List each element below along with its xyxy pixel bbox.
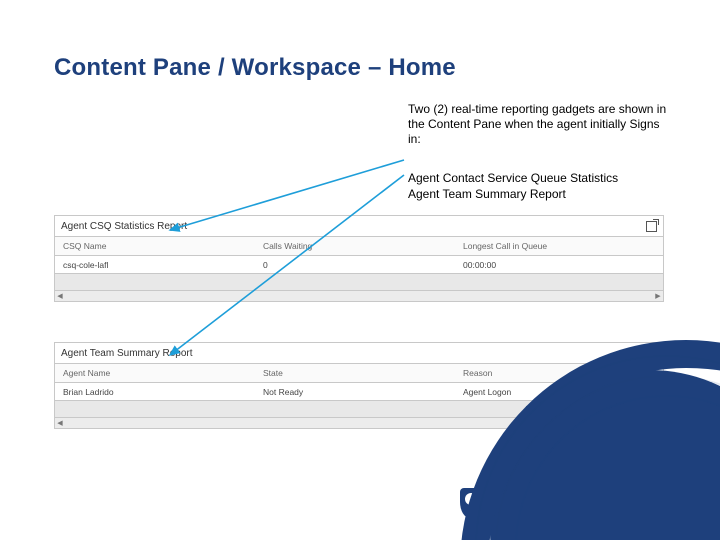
slide: Content Pane / Workspace – Home Two (2) …	[0, 0, 720, 540]
table-row: csq-cole-lafl 0 00:00:00	[54, 256, 664, 274]
gadget-title: Agent Team Summary Report	[61, 348, 193, 359]
shield-icon	[460, 488, 486, 518]
col-header: Agent Name	[55, 368, 255, 378]
gadget-header-row: Agent Team Summary Report	[54, 342, 664, 364]
gadget-header-row: Agent CSQ Statistics Report	[54, 215, 664, 237]
gadget-title: Agent CSQ Statistics Report	[61, 221, 187, 232]
bullet-item-2: Agent Team Summary Report	[408, 186, 668, 202]
popout-icon[interactable]	[646, 348, 657, 359]
slide-title: Content Pane / Workspace – Home	[54, 54, 456, 82]
col-header: Longest Call in Queue	[455, 241, 663, 251]
bullet-list: Agent Contact Service Queue Statistics A…	[408, 170, 668, 202]
csq-statistics-gadget: Agent CSQ Statistics Report CSQ Name Cal…	[54, 215, 664, 320]
cell-calls-waiting: 0	[255, 260, 455, 270]
scroll-left-icon[interactable]: ◀	[55, 291, 65, 301]
col-header: State	[255, 368, 455, 378]
cell-agent-name: Brian Ladrido	[55, 387, 255, 397]
table-header-row: Agent Name State Reason	[54, 364, 664, 383]
cell-longest-call: 00:00:00	[455, 260, 663, 270]
horizontal-scrollbar[interactable]: ◀ ▶	[54, 291, 664, 302]
bullet-item-1: Agent Contact Service Queue Statistics	[408, 170, 668, 186]
cell-state: Not Ready	[255, 387, 455, 397]
description-text: Two (2) real-time reporting gadgets are …	[408, 102, 668, 147]
table-header-row: CSQ Name Calls Waiting Longest Call in Q…	[54, 237, 664, 256]
empty-row	[54, 274, 664, 291]
popout-icon[interactable]	[646, 221, 657, 232]
scroll-right-icon[interactable]: ▶	[653, 291, 663, 301]
cell-csq-name: csq-cole-lafl	[55, 260, 255, 270]
scroll-left-icon[interactable]: ◀	[55, 418, 65, 428]
col-header: CSQ Name	[55, 241, 255, 251]
col-header: Calls Waiting	[255, 241, 455, 251]
